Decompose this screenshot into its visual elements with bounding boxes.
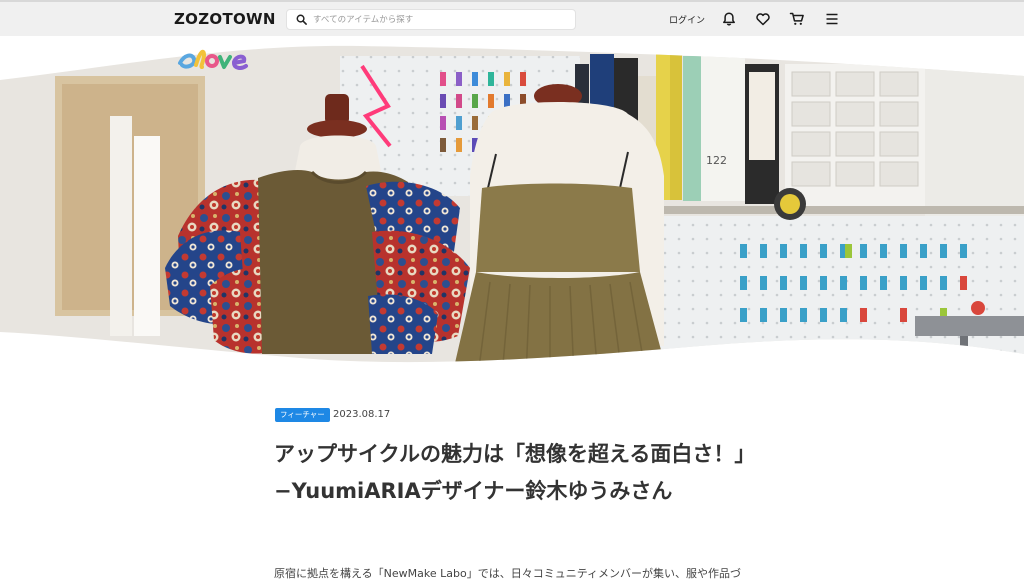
menu-icon[interactable] xyxy=(824,11,840,27)
svg-text:122: 122 xyxy=(706,154,727,167)
login-link[interactable]: ログイン xyxy=(669,13,705,26)
search-icon xyxy=(296,14,307,25)
site-header: ZOZOTOWN ログイン xyxy=(0,2,1024,36)
article-title: アップサイクルの魅力は「想像を超える面白さ！」−YuumiARIAデザイナー鈴木… xyxy=(274,442,745,503)
search-box[interactable] xyxy=(286,9,576,30)
elove-brand-logo[interactable] xyxy=(174,45,252,73)
article-lead: 原宿に拠点を構える「NewMake Labo」では、日々コミュニティメンバーが集… xyxy=(274,567,742,580)
search-input[interactable] xyxy=(313,10,569,29)
site-logo[interactable]: ZOZOTOWN xyxy=(174,10,276,28)
bell-icon[interactable] xyxy=(721,11,737,27)
publish-date: 2023.08.17 xyxy=(333,409,391,420)
heart-icon[interactable] xyxy=(755,11,771,27)
category-badge[interactable]: フィーチャー xyxy=(275,408,330,422)
hero-image: 122 xyxy=(0,36,1024,376)
cart-icon[interactable] xyxy=(789,11,805,27)
